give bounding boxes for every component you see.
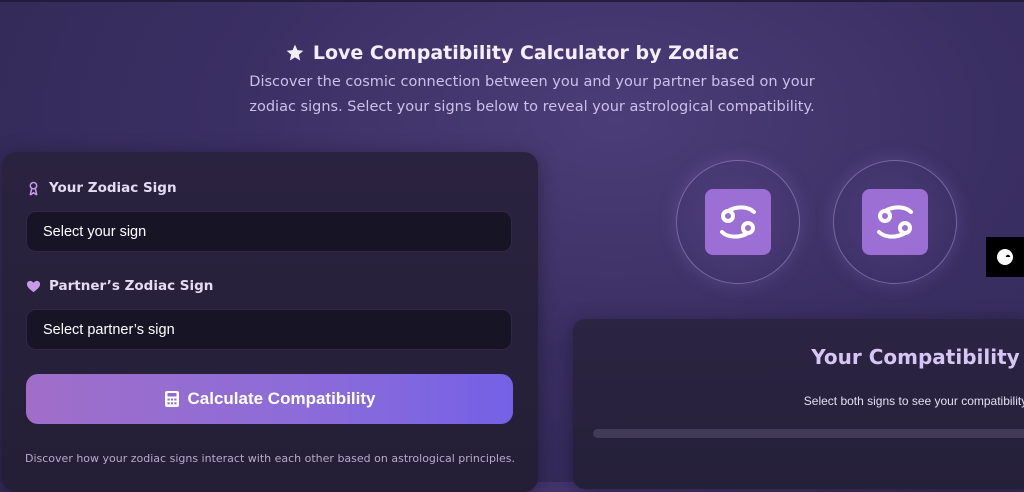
result-title: Your Compatibility [811, 345, 1020, 369]
compatibility-progress-bar [593, 429, 1024, 438]
star-icon [286, 44, 304, 61]
person-badge-icon [29, 181, 38, 196]
chat-bubble-icon [997, 249, 1015, 267]
calculate-button-label: Calculate Compatibility [187, 389, 376, 408]
page-subtitle: Discover the cosmic connection between y… [242, 70, 822, 120]
partner-sign-label-text: Partner’s Zodiac Sign [49, 278, 214, 294]
compatibility-result-card: Your Compatibility Select both signs to … [573, 319, 1024, 489]
cancer-symbol-icon [720, 205, 756, 239]
side-widget-tab[interactable] [986, 237, 1024, 277]
your-sign-label-text: Your Zodiac Sign [49, 180, 177, 196]
page-header: Love Compatibility Calculator by Zodiac [0, 42, 1024, 64]
partner-sign-tile [862, 189, 928, 255]
your-sign-label: Your Zodiac Sign [26, 180, 177, 196]
partner-sign-display [833, 160, 957, 284]
calculate-compatibility-button[interactable]: Calculate Compatibility [26, 374, 513, 424]
your-sign-display [676, 160, 800, 284]
footnote-text: Discover how your zodiac signs interact … [25, 452, 515, 465]
partner-sign-select-value: Select partner’s sign [43, 321, 175, 338]
your-sign-select[interactable]: Select your sign [26, 211, 512, 252]
calculator-icon [164, 391, 179, 407]
partner-sign-label: Partner’s Zodiac Sign [26, 278, 213, 294]
page-title: Love Compatibility Calculator by Zodiac [312, 42, 740, 64]
your-sign-select-value: Select your sign [43, 223, 147, 240]
partner-sign-select[interactable]: Select partner’s sign [26, 309, 512, 350]
sign-selection-card: Your Zodiac Sign Select your sign Partne… [2, 152, 538, 492]
your-sign-tile [705, 189, 771, 255]
subtitle-line: Discover the cosmic connection between y… [249, 74, 815, 90]
result-message: Select both signs to see your compatibil… [803, 394, 1024, 408]
subtitle-line: zodiac signs. Select your signs below to… [249, 99, 815, 115]
cancer-symbol-icon [877, 205, 913, 239]
heart-icon [26, 280, 41, 292]
top-border [0, 0, 1024, 2]
